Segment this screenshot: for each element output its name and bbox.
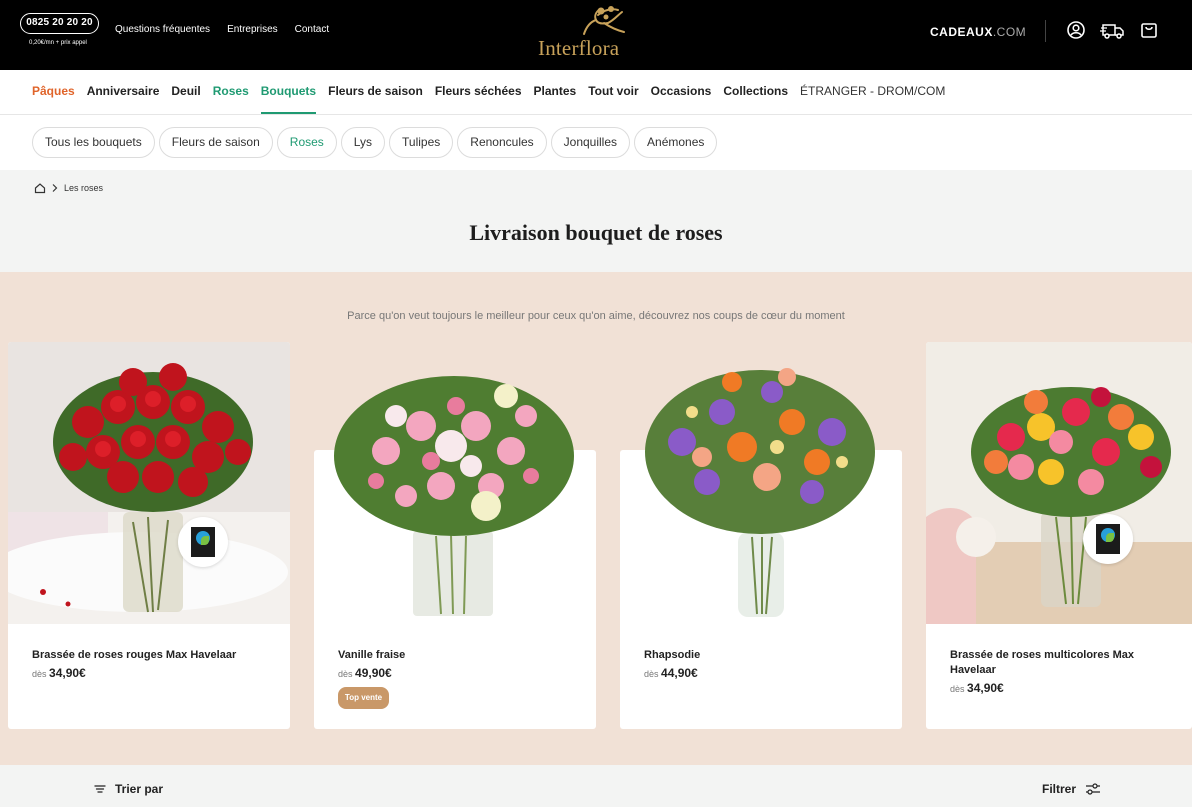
nav-item-fleurs-sechees[interactable]: Fleurs séchées: [435, 84, 522, 98]
product-price: dès 49,90€: [338, 666, 392, 680]
main-navigation: Pâques Anniversaire Deuil Roses Bouquets…: [0, 70, 1192, 115]
nav-item-occasions[interactable]: Occasions: [651, 84, 712, 98]
filter-label: Filtrer: [1042, 782, 1077, 796]
product-image: [8, 342, 290, 624]
pill-lys[interactable]: Lys: [340, 127, 386, 158]
fairtrade-badge-icon: [1083, 514, 1133, 564]
featured-section: Parce qu'on veut toujours le meilleur po…: [0, 272, 1192, 765]
nav-item-roses[interactable]: Roses: [213, 84, 249, 98]
filter-button[interactable]: Filtrer: [1042, 782, 1101, 796]
sort-filter-bar: Trier par Filtrer: [0, 765, 1192, 807]
sort-lines-icon: [94, 785, 106, 793]
pill-renoncules[interactable]: Renoncules: [457, 127, 547, 158]
account-icon[interactable]: [1065, 19, 1087, 41]
page-title: Livraison bouquet de roses: [469, 220, 723, 245]
mercury-figure-icon: [583, 6, 625, 35]
featured-tagline: Parce qu'on veut toujours le meilleur po…: [347, 310, 845, 322]
product-price: dès 34,90€: [32, 666, 86, 680]
pill-roses[interactable]: Roses: [276, 127, 337, 158]
category-filter-bar: Tous les bouquets Fleurs de saison Roses…: [0, 115, 1192, 170]
top-header-bar: 0825 20 20 20 0,20€/mn + prix appel Ques…: [0, 0, 1192, 70]
page-header: Les roses Livraison bouquet de roses: [0, 170, 1192, 272]
fairtrade-badge-icon: [178, 517, 228, 567]
contact-link[interactable]: Contact: [295, 24, 329, 35]
chevron-right-icon: [52, 184, 58, 192]
price-value: 49,90€: [355, 666, 392, 680]
cadeaux-tld: .COM: [992, 25, 1027, 39]
filter-sliders-icon: [1086, 783, 1101, 795]
nav-item-anniversaire[interactable]: Anniversaire: [87, 84, 160, 98]
nav-item-fleurs-de-saison[interactable]: Fleurs de saison: [328, 84, 423, 98]
business-link[interactable]: Entreprises: [227, 24, 278, 35]
sort-label: Trier par: [115, 782, 164, 796]
phone-price-note: 0,20€/mn + prix appel: [29, 40, 87, 46]
pill-anemones[interactable]: Anémones: [634, 127, 718, 158]
nav-item-plantes[interactable]: Plantes: [534, 84, 577, 98]
pill-jonquilles[interactable]: Jonquilles: [550, 127, 631, 158]
top-sale-badge: Top vente: [338, 687, 389, 709]
logo-wordmark: Interflora: [538, 36, 620, 60]
delivery-truck-icon[interactable]: [1100, 19, 1126, 41]
price-prefix: dès: [950, 684, 965, 694]
product-card[interactable]: Brassée de roses multicolores Max Havela…: [926, 342, 1192, 729]
breadcrumb-current: Les roses: [64, 183, 104, 193]
product-title: Rhapsodie: [644, 649, 701, 661]
sort-button[interactable]: Trier par: [94, 782, 163, 796]
header-divider: [1045, 20, 1046, 42]
shopping-bag-icon[interactable]: [1138, 19, 1160, 41]
product-title: Vanille fraise: [338, 649, 406, 661]
price-prefix: dès: [644, 669, 659, 679]
nav-item-etranger[interactable]: ÉTRANGER - DROM/COM: [800, 84, 945, 98]
product-image: [645, 368, 875, 617]
product-price: dès 34,90€: [950, 681, 1004, 695]
product-card[interactable]: Brassée de roses rouges Max Havelaar dès…: [8, 342, 290, 729]
pill-fleurs-de-saison[interactable]: Fleurs de saison: [158, 127, 273, 158]
top-links: Questions fréquentes Entreprises Contact: [115, 24, 329, 35]
cadeaux-link[interactable]: CADEAUX.COM: [930, 25, 1026, 39]
interflora-logo[interactable]: Interflora: [538, 6, 656, 62]
home-icon[interactable]: [34, 182, 46, 194]
nav-item-collections[interactable]: Collections: [723, 84, 788, 98]
nav-item-paques[interactable]: Pâques: [32, 84, 75, 98]
breadcrumb: Les roses: [34, 182, 103, 194]
price-value: 34,90€: [967, 681, 1004, 695]
cadeaux-main: CADEAUX: [930, 25, 993, 39]
pill-tulipes[interactable]: Tulipes: [389, 127, 454, 158]
phone-number-button[interactable]: 0825 20 20 20: [20, 13, 99, 34]
product-price: dès 44,90€: [644, 666, 698, 680]
pill-tous-les-bouquets[interactable]: Tous les bouquets: [32, 127, 155, 158]
product-image: [334, 376, 574, 616]
price-prefix: dès: [32, 669, 47, 679]
product-image: [926, 342, 1192, 624]
product-title: Brassée de roses multicolores Max Havela…: [950, 649, 1135, 676]
nav-item-bouquets[interactable]: Bouquets: [260, 84, 317, 114]
price-prefix: dès: [338, 669, 353, 679]
nav-item-deuil[interactable]: Deuil: [171, 84, 200, 98]
product-title: Brassée de roses rouges Max Havelaar: [32, 649, 237, 661]
faq-link[interactable]: Questions fréquentes: [115, 24, 210, 35]
price-value: 34,90€: [49, 666, 86, 680]
price-value: 44,90€: [661, 666, 698, 680]
nav-item-tout-voir[interactable]: Tout voir: [588, 84, 638, 98]
